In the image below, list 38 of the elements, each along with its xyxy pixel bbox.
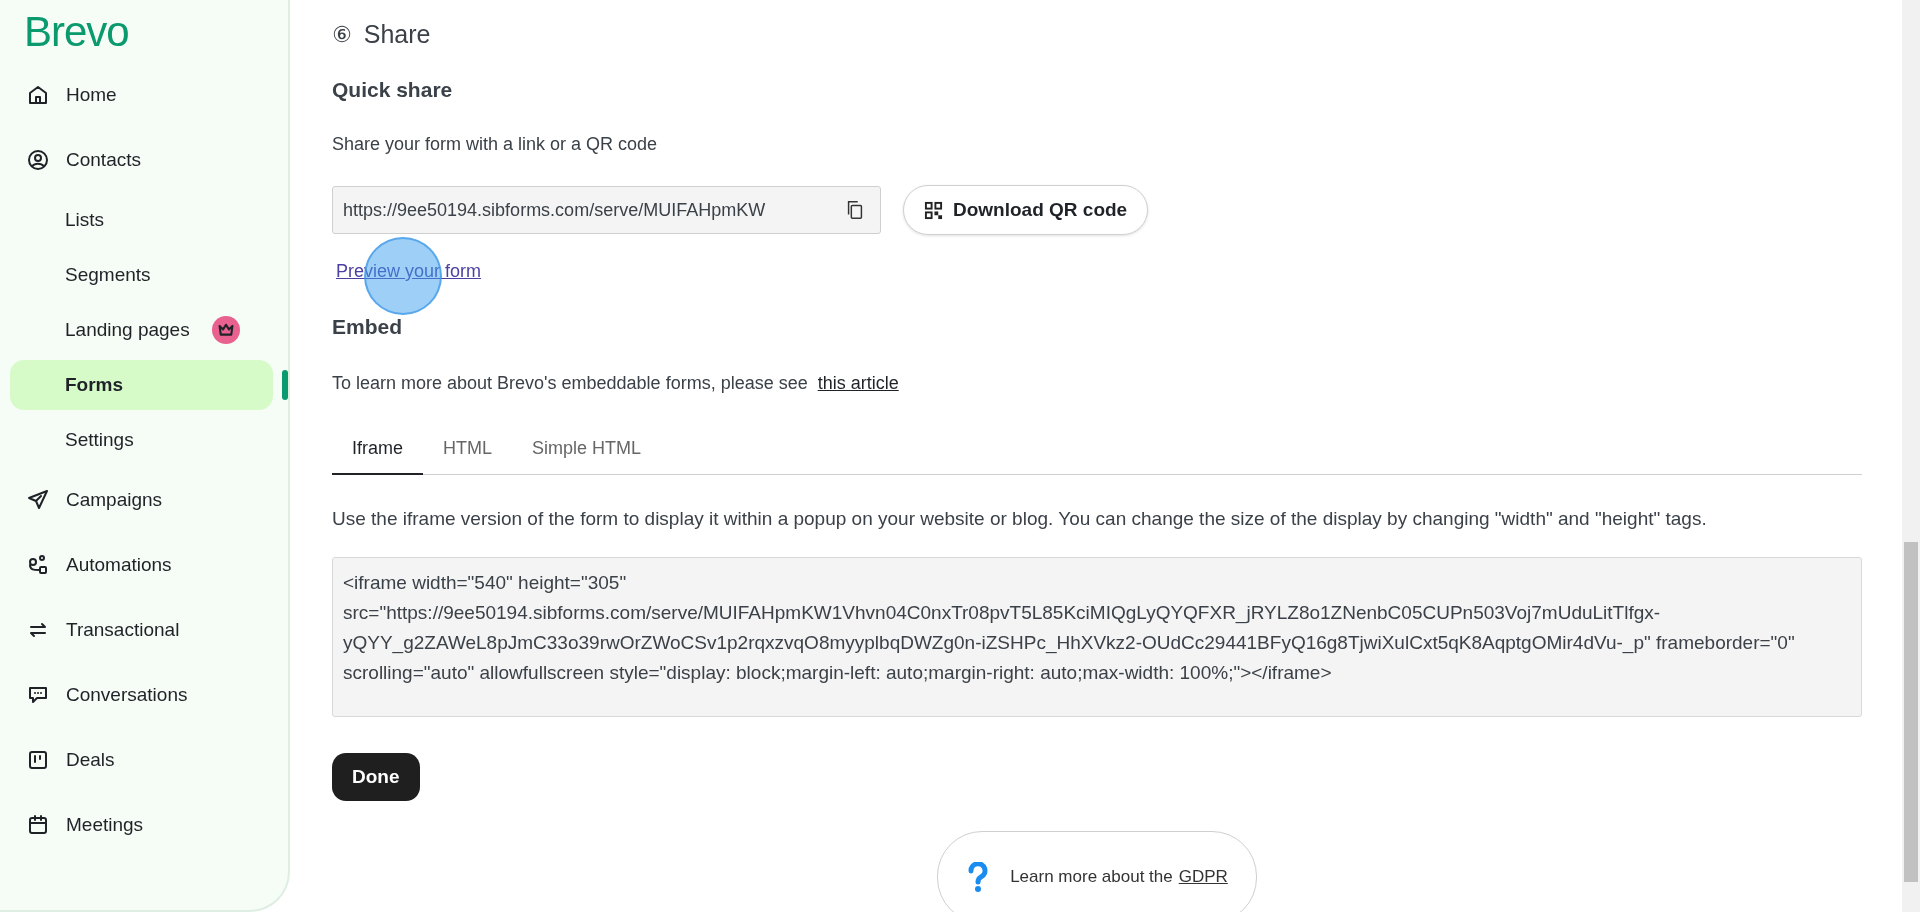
download-qr-button[interactable]: Download QR code: [903, 185, 1149, 235]
url-field[interactable]: https://9ee50194.sibforms.com/serve/MUIFAHpmKW: [332, 186, 881, 234]
nodes-icon: [26, 552, 50, 577]
sidebar-subitem[interactable]: Lists: [10, 194, 275, 245]
description-text: To learn more about Brevo's embeddable forms, please see this article: [332, 373, 899, 394]
code-block[interactable]: <iframe width="540" height="305" src="https://9ee50194.sibforms.com/serve/MUIFAHpmKW1Vhvn04C0nxTr08pvT5L85KciMIQgLyQYQFXR_jRYLZ8o1ZNenbC05CUPn503Voj7mUduLitTlfgx-yQYY_g2ZAWeL8pJmC33o39rwOrZWoCSv1p2rqxzvqO8myyplbqDWZg0n-iZSHPc_HhXVkz2-OUdCc29441BFyQ16g8TjwiXulCxt5qK8AqptgOMir4dVu-_p" frameborder="0" scrolling="auto" allowfullscreen style="display: block;margin-left: auto;margin-right: auto;max-width: 100%;"></iframe>: [332, 557, 1862, 717]
sidebar-item[interactable]: Meetings: [10, 792, 278, 857]
sidebar-item[interactable]: Campaigns: [10, 467, 278, 532]
done-button[interactable]: Done: [332, 753, 420, 801]
active-indicator: [282, 369, 288, 400]
calendar-icon: [26, 812, 50, 837]
tab[interactable]: Iframe: [332, 428, 423, 475]
article-link[interactable]: this article: [817, 373, 899, 393]
subsection-title: Quick share: [332, 78, 453, 102]
sidebar-item[interactable]: Deals: [10, 727, 278, 792]
sidebar-subitem[interactable]: Segments: [10, 249, 275, 300]
sidebar-subitem[interactable]: Landing pages: [10, 304, 275, 355]
help-text: Learn more about the: [1010, 867, 1173, 887]
scrollbar[interactable]: [1902, 0, 1920, 912]
sidebar-item[interactable]: Home: [10, 62, 278, 127]
description-text: Use the iframe version of the form to display it within a popup on your website or blog. You can change the size of the display by changing "width" and "height" tags.: [332, 507, 1708, 531]
sidebar-item[interactable]: Transactional: [10, 597, 278, 662]
sidebar-subitem[interactable]: Settings: [10, 414, 275, 465]
tab[interactable]: HTML: [423, 428, 512, 474]
step-number: ⑥: [332, 21, 352, 47]
qr-code-icon: [924, 200, 943, 220]
user-circle-icon: [26, 147, 50, 172]
sidebar-item[interactable]: Conversations: [10, 662, 278, 727]
gdpr-link[interactable]: GDPR: [1178, 867, 1228, 887]
subsection-title: Embed: [332, 315, 402, 339]
tab[interactable]: Simple HTML: [512, 428, 662, 474]
sidebar-subitem[interactable]: Forms: [10, 359, 274, 410]
sidebar-item[interactable]: Automations: [10, 532, 278, 597]
question-mark-icon: [968, 862, 989, 892]
section-title: Share: [363, 19, 431, 49]
paper-plane-icon: [26, 487, 50, 512]
sidebar-item[interactable]: Contacts: [10, 127, 278, 192]
description-text: Share your form with a link or a QR code: [332, 134, 658, 155]
